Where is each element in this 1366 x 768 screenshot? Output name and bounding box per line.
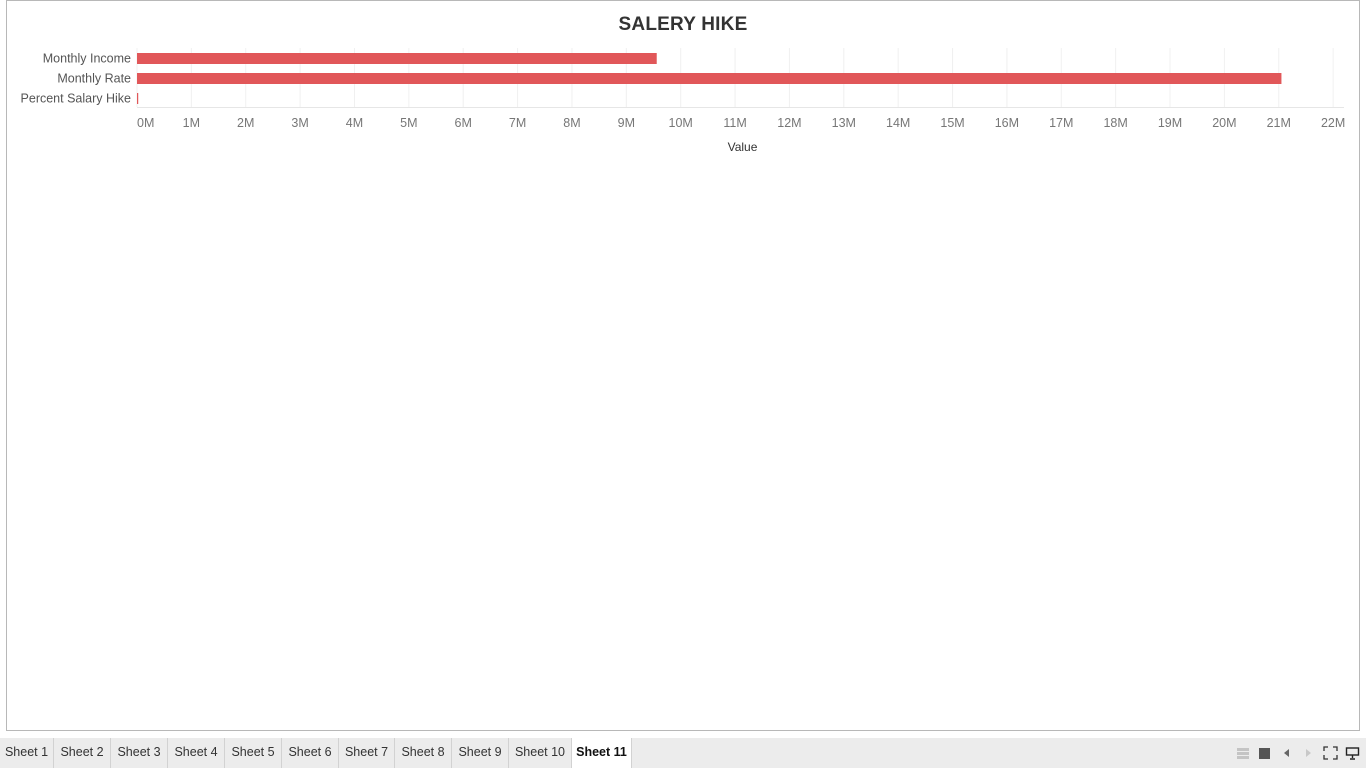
x-tick-label: 16M — [995, 116, 1019, 130]
x-tick-label: 14M — [886, 116, 910, 130]
x-tick-label: 5M — [400, 116, 417, 130]
x-tick-label: 21M — [1267, 116, 1291, 130]
sheet-tab[interactable]: Sheet 6 — [282, 738, 339, 768]
sheet-tab[interactable]: Sheet 8 — [395, 738, 452, 768]
sheet-tab[interactable]: Sheet 10 — [509, 738, 572, 768]
x-tick-label: 12M — [777, 116, 801, 130]
sheet-tab[interactable]: Sheet 5 — [225, 738, 282, 768]
sheet-tab[interactable]: Sheet 2 — [54, 738, 111, 768]
x-axis-title: Value — [728, 140, 758, 154]
sheet-tab-bar: Sheet 1 Sheet 2 Sheet 3 Sheet 4 Sheet 5 Sheet… — [0, 738, 1366, 768]
bar — [137, 93, 139, 104]
category-label: Percent Salary Hike — [21, 92, 132, 106]
x-tick-label: 8M — [563, 116, 580, 130]
sheet-tab[interactable]: Sheet 3 — [111, 738, 168, 768]
x-tick-label: 9M — [618, 116, 635, 130]
bar — [137, 53, 657, 64]
sheet-tab[interactable]: Sheet 4 — [168, 738, 225, 768]
x-tick-label: 17M — [1049, 116, 1073, 130]
filmstrip-icon[interactable] — [1258, 746, 1271, 760]
next-sheet-icon[interactable] — [1303, 746, 1313, 760]
x-tick-label: 10M — [669, 116, 693, 130]
presentation-mode-icon[interactable] — [1345, 746, 1360, 760]
x-tick-label: 3M — [291, 116, 308, 130]
fullscreen-icon[interactable] — [1323, 746, 1338, 760]
sheet-tab[interactable]: Sheet 1 — [0, 738, 54, 768]
sheet-tab[interactable]: Sheet 7 — [339, 738, 395, 768]
x-tick-label: 19M — [1158, 116, 1182, 130]
show-tabs-icon[interactable] — [1236, 746, 1250, 760]
x-tick-label: 13M — [832, 116, 856, 130]
category-label: Monthly Income — [43, 52, 131, 66]
x-tick-label: 2M — [237, 116, 254, 130]
sheet-tab[interactable]: Sheet 11 — [572, 738, 632, 768]
category-label: Monthly Rate — [57, 72, 131, 86]
x-tick-label: 18M — [1103, 116, 1127, 130]
x-tick-label: 20M — [1212, 116, 1236, 130]
previous-sheet-icon[interactable] — [1282, 746, 1292, 760]
bar — [137, 73, 1282, 84]
x-tick-label: 11M — [723, 116, 746, 130]
x-tick-label: 0M — [137, 116, 154, 130]
x-tick-label: 15M — [940, 116, 964, 130]
x-tick-label: 7M — [509, 116, 526, 130]
x-tick-label: 1M — [183, 116, 200, 130]
x-tick-label: 4M — [346, 116, 363, 130]
x-tick-label: 22M — [1321, 116, 1345, 130]
bar-chart: 0M 1M 2M 3M 4M 5M 6M 7M 8M 9M 10M 11M 12M 13M 14M 15M 16… — [21, 48, 1345, 154]
sheet-tab[interactable]: Sheet 9 — [452, 738, 509, 768]
x-tick-label: 6M — [455, 116, 472, 130]
